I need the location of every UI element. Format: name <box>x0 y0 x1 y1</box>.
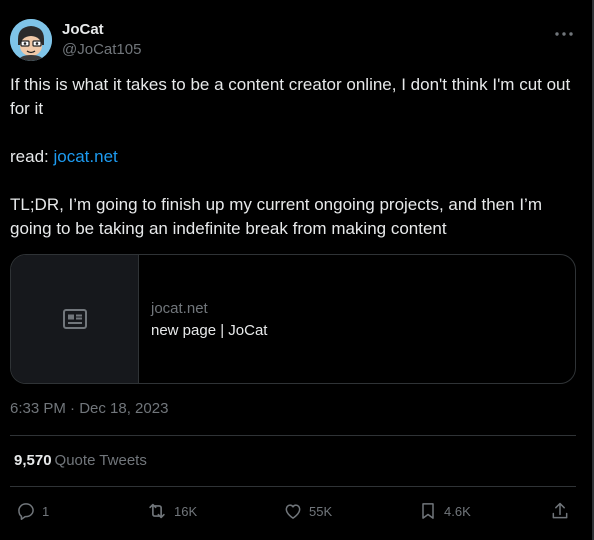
like-count: 55K <box>309 503 333 519</box>
author-names: JoCat @JoCat105 <box>62 20 141 60</box>
tweet-timestamp[interactable]: 6:33 PM · Dec 18, 2023 <box>10 400 168 417</box>
tldr-line: TL;DR, I’m going to finish up my current… <box>10 195 542 238</box>
quote-label: Quote Tweets <box>54 452 147 469</box>
bookmark-icon <box>422 503 434 519</box>
reply-count: 1 <box>42 503 50 519</box>
read-line: read: jocat.net <box>10 145 580 169</box>
retweet-button[interactable]: 16K <box>146 499 197 523</box>
quote-tweets-stat[interactable]: 9,570 Quote Tweets <box>14 452 147 469</box>
article-icon <box>63 309 87 329</box>
more-horizontal-icon <box>555 32 573 36</box>
heart-icon <box>285 504 301 519</box>
more-options-button[interactable] <box>552 22 576 46</box>
reply-icon <box>18 503 34 520</box>
read-link[interactable]: jocat.net <box>53 147 117 166</box>
card-domain: jocat.net <box>151 300 208 317</box>
tweet-line: If this is what it takes to be a content… <box>10 75 571 118</box>
retweet-icon <box>149 503 165 519</box>
avatar[interactable] <box>10 19 52 61</box>
card-title: new page | JoCat <box>151 322 268 339</box>
bookmark-button[interactable]: 4.6K <box>418 499 471 523</box>
display-name[interactable]: JoCat <box>62 20 141 40</box>
share-icon <box>552 502 568 519</box>
like-button[interactable]: 55K <box>283 499 332 523</box>
reply-button[interactable]: 1 <box>16 499 49 523</box>
card-thumbnail <box>11 255 139 383</box>
bookmark-count: 4.6K <box>444 503 471 519</box>
retweet-count: 16K <box>174 503 198 519</box>
tweet-header: JoCat @JoCat105 <box>10 14 582 64</box>
read-label: read: <box>10 147 54 166</box>
share-button[interactable] <box>550 499 570 523</box>
divider <box>10 435 576 436</box>
quote-count: 9,570 <box>14 452 52 469</box>
link-card[interactable]: jocat.net new page | JoCat <box>10 254 576 384</box>
tweet-body: If this is what it takes to be a content… <box>10 73 580 241</box>
divider <box>10 486 576 487</box>
cartoon-avatar-icon <box>10 19 52 61</box>
handle[interactable]: @JoCat105 <box>62 40 141 60</box>
